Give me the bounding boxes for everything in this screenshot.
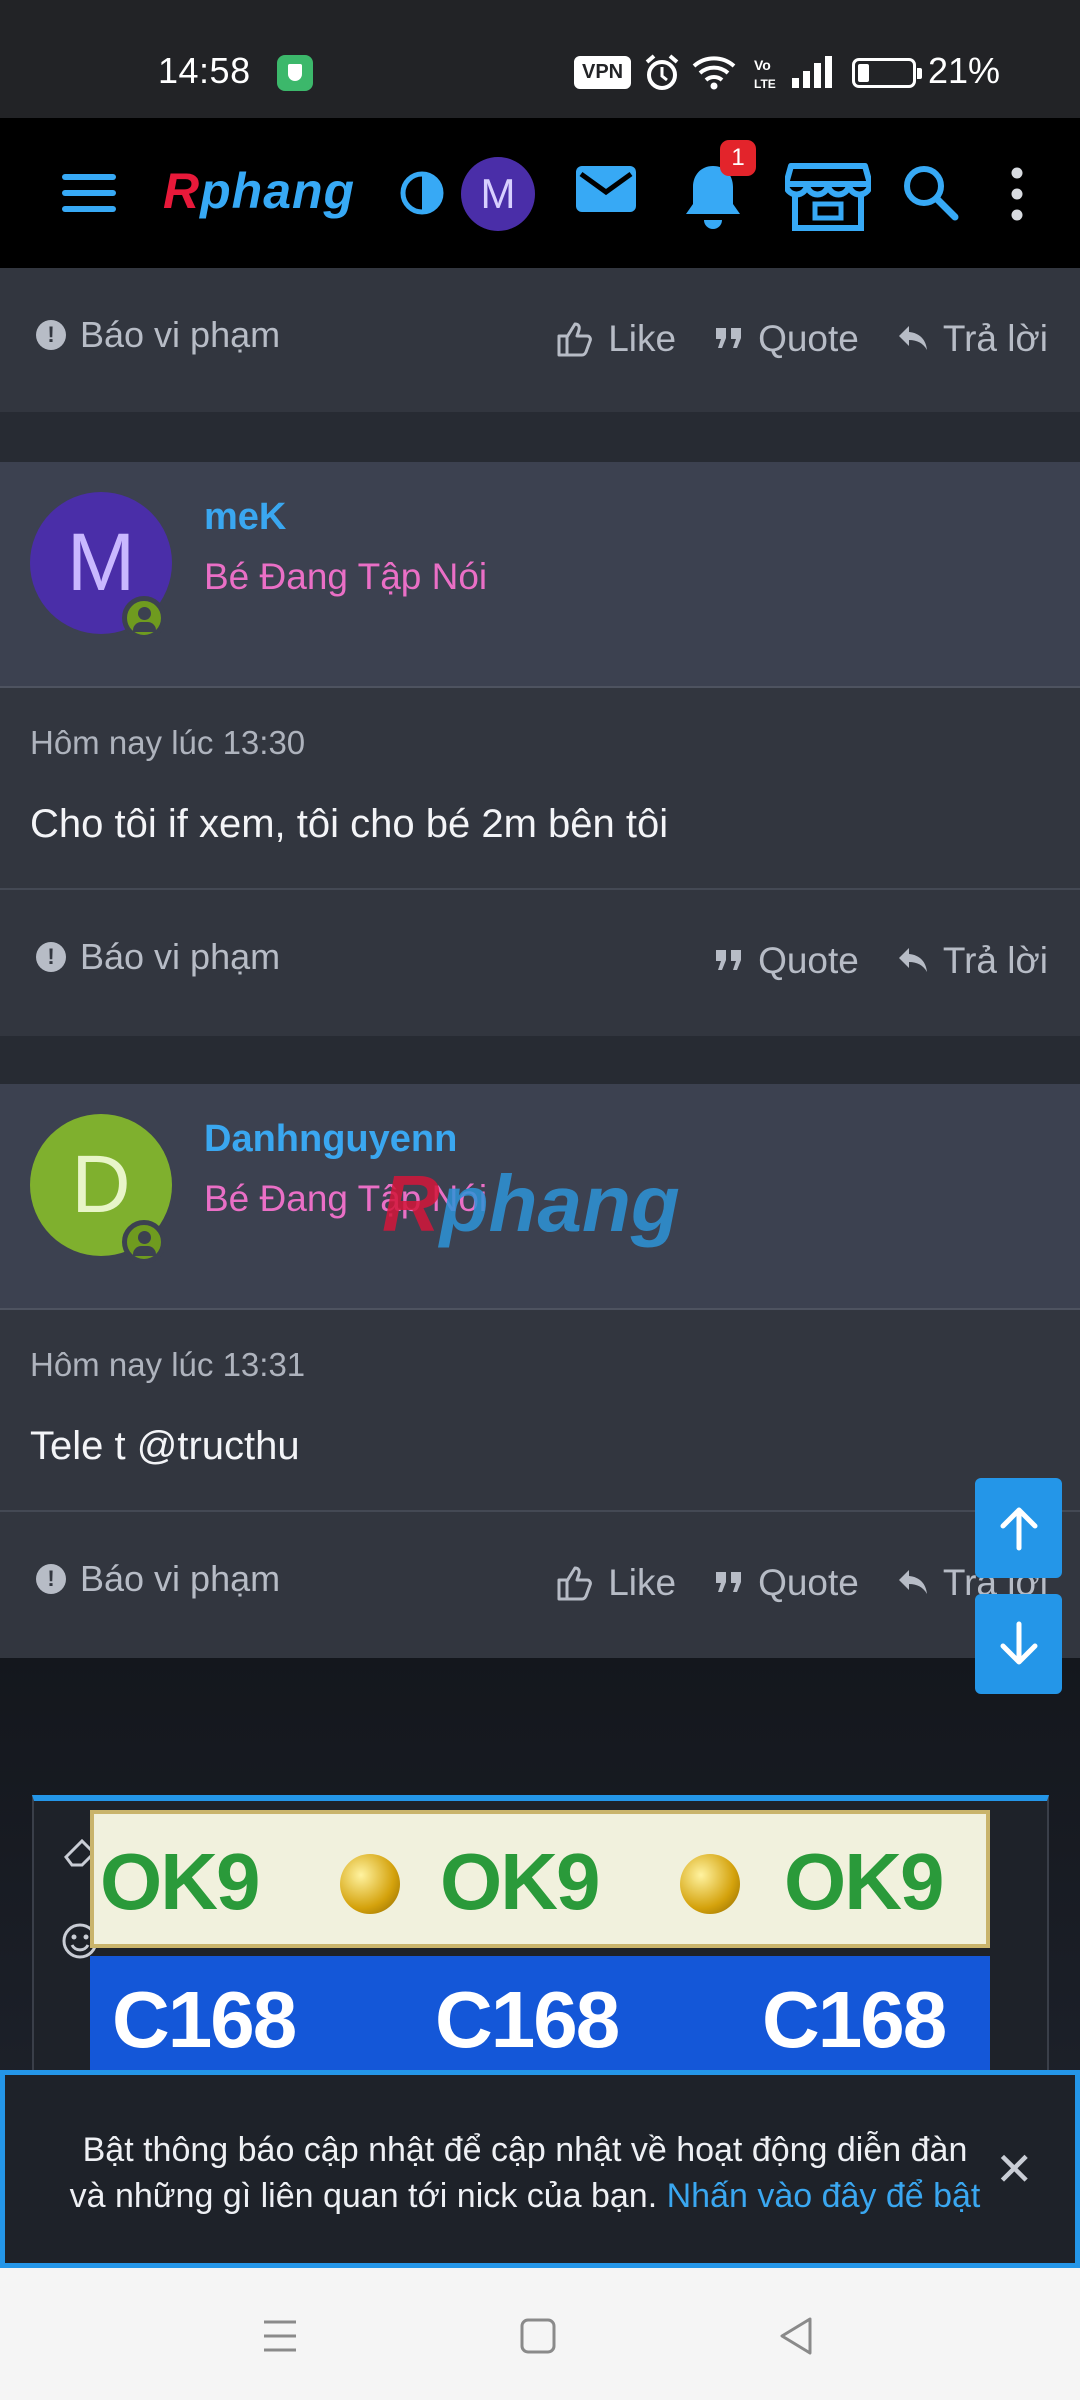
quote-icon	[716, 328, 742, 348]
notice-message: Bật thông báo cập nhật để cập nhật về ho…	[65, 2127, 985, 2219]
arrow-down-icon	[1000, 1621, 1038, 1665]
ad-brand-text: C168	[762, 1975, 947, 2064]
reply-button[interactable]: Trả lời	[897, 940, 1048, 982]
notification-badge: 1	[720, 140, 756, 176]
contrast-icon[interactable]	[399, 170, 445, 216]
search-icon[interactable]	[900, 162, 960, 222]
ad-banner-ok9[interactable]: OK9 OK9 OK9	[90, 1810, 990, 1948]
post-gap	[0, 1036, 1080, 1084]
battery-icon	[852, 58, 922, 88]
enable-notifications-link[interactable]: Nhấn vào đây để bật	[667, 2177, 981, 2215]
alarm-icon	[645, 54, 679, 90]
coin-icon	[680, 1854, 740, 1914]
reply-button[interactable]: Trả lời	[897, 318, 1048, 360]
svg-text:Vo: Vo	[754, 57, 771, 73]
battery-percent: 21%	[928, 50, 1001, 91]
thumbs-up-icon	[557, 322, 593, 357]
like-button[interactable]: Like	[556, 318, 676, 360]
post-timestamp[interactable]: Hôm nay lúc 13:30	[30, 724, 305, 762]
post-text: Tele t @tructhu	[30, 1424, 300, 1468]
svg-text:LTE: LTE	[754, 77, 776, 91]
quote-label: Quote	[758, 1562, 859, 1603]
reply-label: Trả lời	[942, 318, 1048, 359]
wifi-icon	[692, 56, 736, 90]
post-body: Hôm nay lúc 13:30 Cho tôi if xem, tôi ch…	[0, 688, 1080, 890]
like-button[interactable]: Like	[556, 1562, 676, 1604]
ad-brand-text: OK9	[784, 1837, 944, 1926]
push-notification-banner: Bật thông báo cập nhật để cập nhật về ho…	[0, 2070, 1080, 2268]
store-icon[interactable]	[785, 158, 871, 232]
coin-icon	[340, 1854, 400, 1914]
online-status-icon	[122, 1220, 166, 1264]
quote-button[interactable]: Quote	[714, 318, 859, 360]
logo-r: R	[163, 163, 201, 219]
status-bar: 14:58 VPN Vo LTE 21%	[0, 0, 1080, 118]
post-footer: ! Báo vi phạm Like Quote Trả lời	[0, 1512, 1080, 1658]
status-time: 14:58	[158, 50, 251, 91]
ad-brand-text: C168	[435, 1975, 620, 2064]
system-navigation-bar	[0, 2268, 1080, 2400]
post-gap	[0, 412, 1080, 462]
watermark-rest: phang	[439, 1159, 680, 1248]
recents-menu-icon[interactable]	[262, 2318, 298, 2354]
ad-brand-text: OK9	[440, 1837, 600, 1926]
alert-icon: !	[36, 942, 66, 972]
alert-icon: !	[36, 320, 66, 350]
thumbs-up-icon	[557, 1566, 593, 1601]
reply-icon	[898, 1570, 927, 1594]
report-label: Báo vi phạm	[80, 936, 281, 977]
post-footer: ! Báo vi phạm Quote Trả lời	[0, 890, 1080, 1036]
post-text: Cho tôi if xem, tôi cho bé 2m bên tôi	[30, 802, 669, 846]
quote-icon	[716, 950, 742, 970]
post-footer: ! Báo vi phạm Like Quote Trả lời	[0, 268, 1080, 412]
user-avatar[interactable]: M	[461, 157, 535, 231]
quote-icon	[716, 1572, 742, 1592]
back-triangle-icon[interactable]	[778, 2316, 814, 2356]
reply-label: Trả lời	[942, 940, 1048, 981]
alert-icon: !	[36, 1564, 66, 1594]
home-square-icon[interactable]	[520, 2318, 556, 2354]
site-logo[interactable]: Rphang	[163, 162, 355, 220]
site-watermark: Rphang	[382, 1158, 680, 1250]
username[interactable]: Danhnguyenn	[204, 1118, 457, 1161]
close-icon[interactable]: ✕	[995, 2146, 1034, 2192]
scroll-top-button[interactable]	[975, 1478, 1062, 1578]
quote-button[interactable]: Quote	[714, 940, 859, 982]
post-user-header: M meK Bé Đang Tập Nói	[0, 462, 1080, 688]
reply-icon	[898, 326, 927, 350]
post-timestamp[interactable]: Hôm nay lúc 13:31	[30, 1346, 305, 1384]
online-status-icon	[122, 596, 166, 640]
vpn-indicator: VPN	[574, 56, 632, 89]
report-button[interactable]: ! Báo vi phạm	[36, 1558, 280, 1600]
logo-rest: phang	[200, 163, 356, 219]
signal-icon	[792, 56, 832, 88]
mail-icon[interactable]	[573, 162, 639, 218]
top-navbar: Rphang M 1	[0, 118, 1080, 268]
report-label: Báo vi phạm	[80, 314, 281, 355]
quote-label: Quote	[758, 318, 859, 359]
ad-brand-text: OK9	[100, 1837, 260, 1926]
more-vert-icon[interactable]	[1005, 166, 1029, 222]
username[interactable]: meK	[204, 496, 286, 539]
quote-button[interactable]: Quote	[714, 1562, 859, 1604]
ad-brand-text: C168	[112, 1975, 297, 2064]
report-label: Báo vi phạm	[80, 1558, 281, 1599]
quote-label: Quote	[758, 940, 859, 981]
post-body: Hôm nay lúc 13:31 Tele t @tructhu	[0, 1310, 1080, 1512]
shield-icon	[277, 55, 313, 91]
like-label: Like	[608, 318, 677, 359]
volte-icon: Vo LTE	[754, 57, 776, 91]
watermark-r: R	[382, 1159, 440, 1248]
report-button[interactable]: ! Báo vi phạm	[36, 314, 280, 356]
ad-banner-c168[interactable]: C168 C168 C168	[90, 1956, 990, 2076]
scroll-bottom-button[interactable]	[975, 1594, 1062, 1694]
reply-icon	[898, 948, 927, 972]
like-label: Like	[608, 1562, 677, 1603]
user-title: Bé Đang Tập Nói	[204, 556, 488, 597]
report-button[interactable]: ! Báo vi phạm	[36, 936, 280, 978]
arrow-up-icon	[1000, 1507, 1038, 1551]
menu-icon[interactable]	[60, 170, 118, 216]
